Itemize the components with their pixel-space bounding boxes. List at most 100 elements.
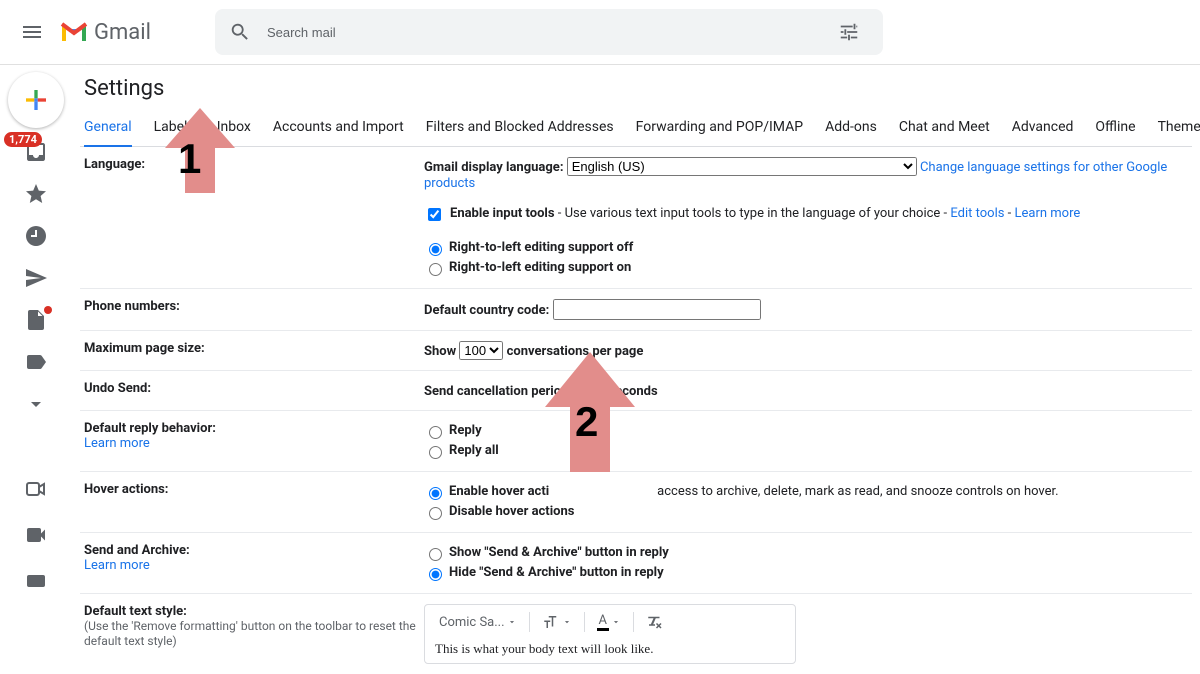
disable-hover-radio[interactable]: [429, 507, 442, 520]
dropdown-arrow-icon: [611, 617, 621, 627]
reply-all-radio[interactable]: [429, 446, 442, 459]
tune-icon: [838, 21, 860, 43]
gmail-logo-text: Gmail: [94, 20, 151, 45]
undo-suffix: seconds: [609, 384, 658, 399]
undo-label: Undo Send:: [84, 381, 424, 400]
hamburger-icon: [20, 20, 44, 44]
tab-addons[interactable]: Add-ons: [825, 113, 877, 146]
undo-prefix: Send cancellation period:: [424, 384, 572, 399]
reply-opt-reply: Reply: [449, 421, 482, 441]
text-style-preview: This is what your body text will look li…: [435, 641, 785, 657]
sidebar-drafts[interactable]: [24, 308, 48, 332]
font-size-button[interactable]: [538, 611, 576, 633]
label-icon: [24, 350, 48, 374]
star-icon: [24, 182, 48, 206]
remove-formatting-button[interactable]: [642, 611, 668, 633]
rtl-off-radio[interactable]: [429, 243, 442, 256]
reply-opt-replyall: Reply all: [449, 441, 499, 461]
input-tools-learn-more-link[interactable]: Learn more: [1015, 206, 1081, 221]
enable-hover-desc: access to archive, delete, mark as read,…: [657, 482, 1058, 502]
search-input[interactable]: [265, 24, 829, 41]
sidebar-categories[interactable]: [24, 350, 48, 374]
search-options-button[interactable]: [829, 12, 869, 52]
pagesize-select[interactable]: 100: [459, 341, 503, 360]
display-language-label: Gmail display language:: [424, 160, 563, 175]
sendarchive-label: Send and Archive:: [84, 543, 190, 558]
font-family-button[interactable]: Comic Sa...: [435, 613, 521, 632]
search-bar[interactable]: [215, 9, 883, 55]
display-language-select[interactable]: English (US): [567, 157, 917, 176]
sidebar-starred[interactable]: [24, 182, 48, 206]
text-style-editor: Comic Sa... A: [424, 604, 796, 664]
tab-advanced[interactable]: Advanced: [1012, 113, 1074, 146]
tab-themes[interactable]: Themes: [1158, 113, 1200, 146]
sendarchive-learn-more-link[interactable]: Learn more: [84, 558, 150, 573]
text-color-button[interactable]: A: [593, 611, 625, 633]
settings-tabs: General Labels Inbox Accounts and Import…: [80, 113, 1192, 147]
sidebar-snoozed[interactable]: [24, 224, 48, 248]
drafts-indicator-dot: [44, 306, 52, 314]
reply-learn-more-link[interactable]: Learn more: [84, 436, 150, 451]
sidebar-inbox[interactable]: 1,774: [24, 140, 48, 164]
annotation-num-2: 2: [575, 398, 598, 446]
tab-general[interactable]: General: [84, 113, 132, 147]
reply-label: Default reply behavior:: [84, 421, 216, 436]
country-code-input[interactable]: [553, 299, 761, 320]
country-code-label: Default country code:: [424, 303, 549, 318]
sidebar-more[interactable]: [24, 392, 48, 416]
send-icon: [24, 266, 48, 290]
enable-input-tools-desc: - Use various text input tools to type i…: [555, 206, 951, 221]
tab-forwarding[interactable]: Forwarding and POP/IMAP: [636, 113, 803, 146]
font-family-value: Comic Sa...: [439, 615, 505, 630]
edit-tools-link[interactable]: Edit tools: [950, 206, 1004, 221]
pagesize-label: Maximum page size:: [84, 341, 424, 360]
pagesize-show: Show: [424, 344, 456, 359]
disable-hover-label: Disable hover actions: [449, 502, 574, 522]
rtl-on-label: Right-to-left editing support on: [449, 258, 631, 278]
enable-hover-radio[interactable]: [429, 487, 442, 500]
enable-input-tools-label: Enable input tools: [450, 206, 555, 221]
compose-button[interactable]: [8, 72, 64, 128]
rtl-on-radio[interactable]: [429, 263, 442, 276]
gmail-logo-icon: [60, 21, 88, 43]
search-icon: [229, 21, 251, 43]
text-size-icon: [542, 613, 560, 631]
annotation-num-1: 1: [178, 135, 201, 183]
hide-send-archive-radio[interactable]: [429, 568, 442, 581]
enable-input-tools-checkbox[interactable]: [428, 208, 441, 221]
page-title: Settings: [84, 76, 1192, 101]
rtl-off-label: Right-to-left editing support off: [449, 238, 633, 258]
sidebar-sent[interactable]: [24, 266, 48, 290]
pagesize-suffix: conversations per page: [507, 344, 644, 359]
inbox-unread-badge: 1,774: [4, 132, 42, 147]
tab-filters[interactable]: Filters and Blocked Addresses: [426, 113, 614, 146]
gmail-logo[interactable]: Gmail: [60, 20, 151, 45]
hover-label: Hover actions:: [84, 482, 424, 522]
tab-inbox[interactable]: Inbox: [217, 113, 251, 146]
dropdown-arrow-icon: [507, 617, 517, 627]
main-menu-button[interactable]: [8, 8, 56, 56]
textstyle-label: Default text style:: [84, 604, 187, 619]
show-send-archive-label: Show "Send & Archive" button in reply: [449, 543, 669, 563]
sidebar-meet-join[interactable]: [24, 523, 48, 547]
sidebar-hangouts[interactable]: [24, 569, 48, 593]
keyboard-icon: [24, 569, 48, 593]
video-solid-icon: [24, 523, 48, 547]
video-icon: [24, 477, 48, 501]
clock-icon: [24, 224, 48, 248]
textstyle-sub: (Use the 'Remove formatting' button on t…: [84, 619, 416, 648]
show-send-archive-radio[interactable]: [429, 548, 442, 561]
phone-label: Phone numbers:: [84, 299, 424, 320]
chevron-down-icon: [24, 392, 48, 416]
tab-chat[interactable]: Chat and Meet: [899, 113, 990, 146]
sidebar-meet-new[interactable]: [24, 477, 48, 501]
enable-hover-label: Enable hover acti: [449, 482, 549, 502]
hide-send-archive-label: Hide "Send & Archive" button in reply: [449, 563, 664, 583]
reply-radio[interactable]: [429, 426, 442, 439]
remove-format-icon: [646, 613, 664, 631]
dropdown-arrow-icon: [562, 617, 572, 627]
language-label: Language:: [84, 157, 424, 278]
compose-plus-icon: [21, 85, 51, 115]
tab-offline[interactable]: Offline: [1095, 113, 1135, 146]
tab-accounts[interactable]: Accounts and Import: [273, 113, 404, 146]
